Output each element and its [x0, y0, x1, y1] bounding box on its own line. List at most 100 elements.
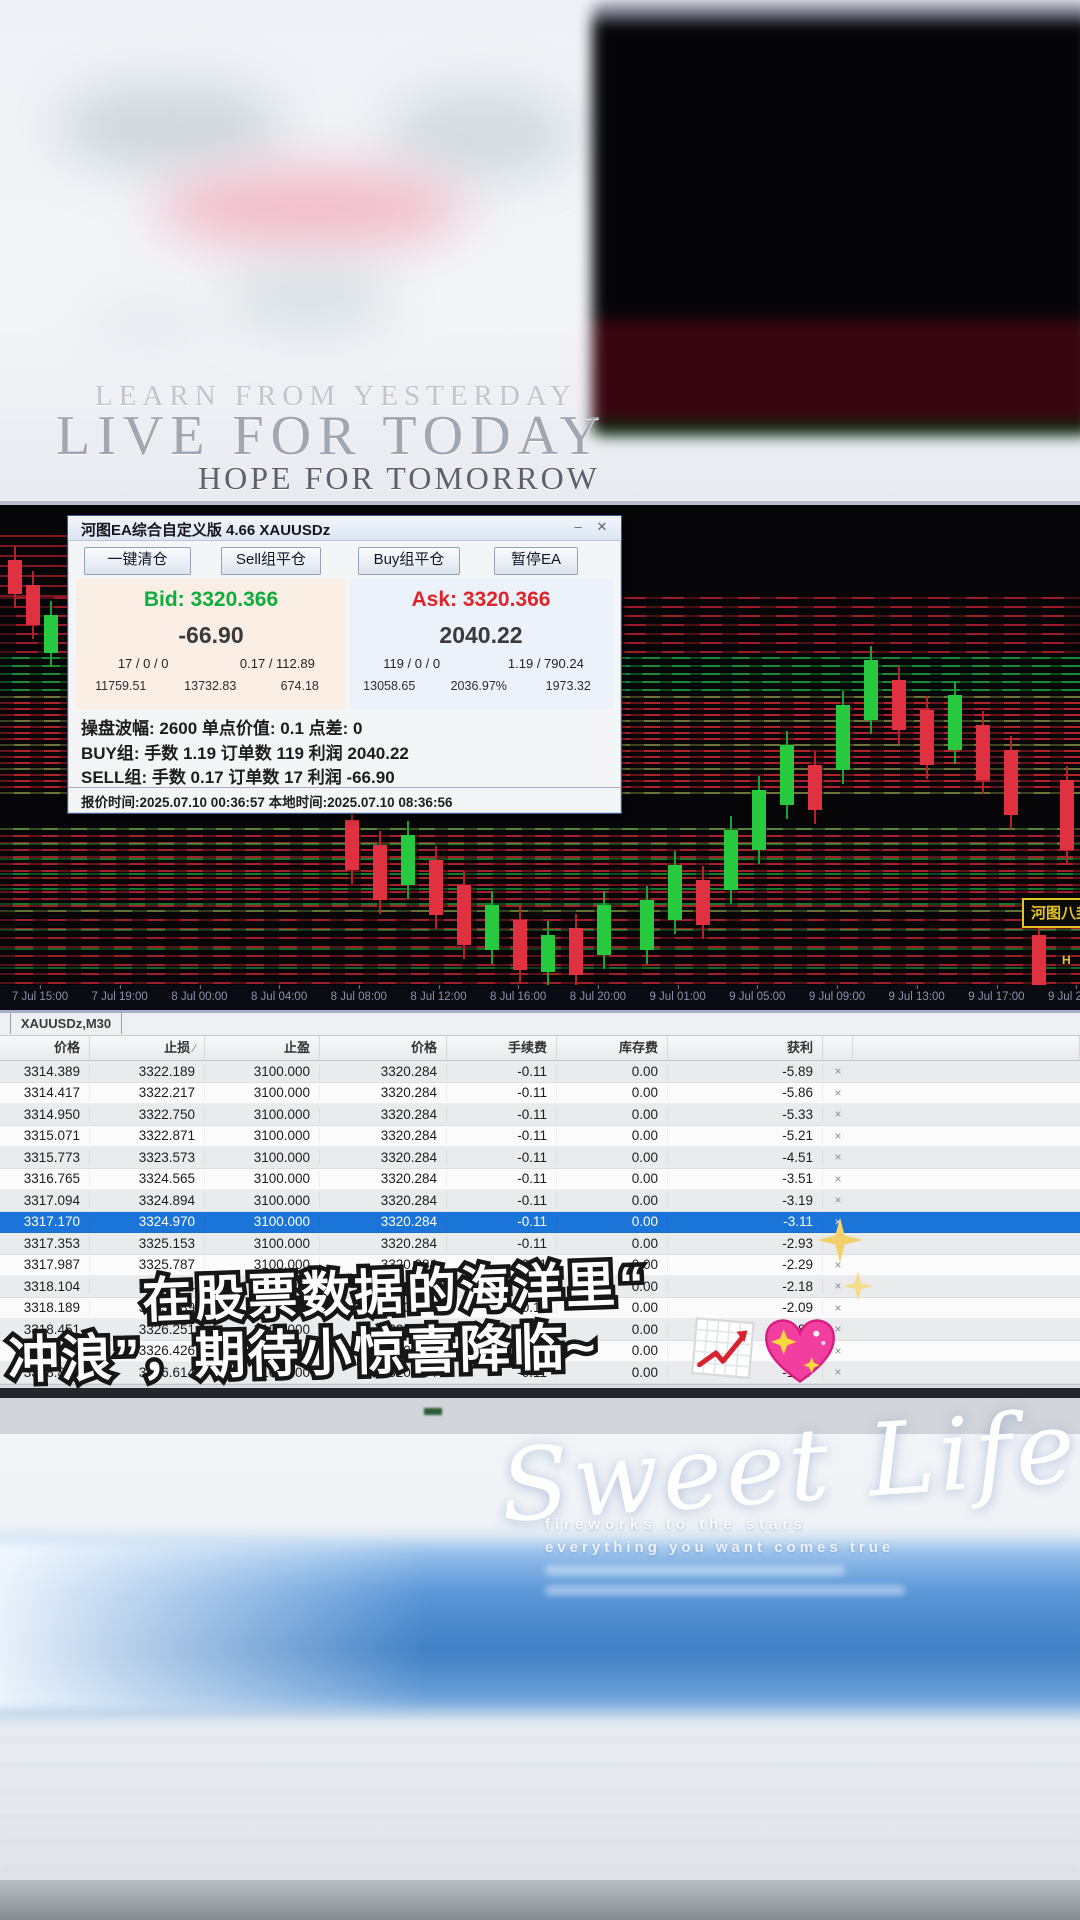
- sparkle-icon: [816, 1216, 864, 1269]
- account-stat: 674.18: [280, 679, 319, 693]
- cell: 3316.765: [0, 1171, 90, 1187]
- column-header[interactable]: 止损 ∕: [90, 1036, 205, 1061]
- cell: 3318.104: [0, 1278, 90, 1294]
- candle: [597, 891, 611, 969]
- candle: [724, 816, 738, 904]
- time-axis-label: 8 Jul 00:00: [171, 985, 228, 1003]
- watermark-subline-2: everything you want comes true: [545, 1539, 895, 1556]
- close-icon[interactable]: ✕: [593, 518, 611, 536]
- blur-blob: [80, 300, 220, 340]
- tab-xauusdz-m30[interactable]: XAUUSDz,M30: [10, 1013, 122, 1034]
- column-header[interactable]: 获利: [668, 1036, 823, 1061]
- close-sell-group-button[interactable]: Sell组平仓: [221, 547, 321, 575]
- cell: -0.11: [447, 1192, 557, 1208]
- candle: [44, 601, 58, 667]
- account-stat: 2036.97%: [450, 679, 507, 693]
- cell: -0.11: [447, 1106, 557, 1122]
- account-stat: 13058.65: [363, 679, 416, 693]
- close-order-icon[interactable]: ×: [823, 1129, 853, 1143]
- column-header[interactable]: 手续费: [447, 1036, 557, 1061]
- background-terminal-window: [592, 4, 1080, 436]
- time-axis-label: 8 Jul 16:00: [490, 985, 547, 1003]
- table-header[interactable]: 价格 止损 ∕ 止盈 价格 手续费 库存费 获利: [0, 1036, 1080, 1061]
- blur-blob: [385, 90, 575, 180]
- close-buy-group-button[interactable]: Buy组平仓: [358, 547, 460, 575]
- table-row[interactable]: 3317.094 3324.894 3100.000 3320.284 -0.11 0.0…: [0, 1190, 1080, 1212]
- cell: 3317.987: [0, 1257, 90, 1273]
- candle: [1060, 766, 1074, 864]
- close-order-icon[interactable]: ×: [823, 1150, 853, 1164]
- column-header[interactable]: 止盈: [205, 1036, 320, 1061]
- ea-panel-titlebar[interactable]: 河图EA综合自定义版 4.66 XAUUSDz – ✕: [68, 516, 621, 541]
- table-row[interactable]: 3314.417 3322.217 3100.000 3320.284 -0.11 0.0…: [0, 1082, 1080, 1104]
- candle: [696, 866, 710, 939]
- watermark-subline-1: fireworks to the stars: [545, 1516, 807, 1533]
- cell: 0.00: [557, 1214, 668, 1230]
- time-axis-label: 9 Jul 05:00: [729, 985, 786, 1003]
- table-row[interactable]: 3315.773 3323.573 3100.000 3320.284 -0.11 0.0…: [0, 1147, 1080, 1169]
- close-all-button[interactable]: 一键清仓: [84, 547, 191, 575]
- column-header[interactable]: 库存费: [557, 1036, 668, 1061]
- cell: 3100.000: [205, 1214, 320, 1230]
- minimize-icon[interactable]: –: [569, 518, 587, 536]
- account-stat: 13732.83: [184, 679, 237, 693]
- window-bottom-border: [0, 1388, 1080, 1398]
- candle: [836, 691, 850, 784]
- cell: 3324.894: [90, 1192, 205, 1208]
- cell: -3.19: [668, 1192, 823, 1208]
- column-header-filler: [823, 1036, 853, 1061]
- table-row[interactable]: 3314.950 3322.750 3100.000 3320.284 -0.11 0.0…: [0, 1104, 1080, 1126]
- pause-ea-button[interactable]: 暂停EA: [494, 547, 578, 575]
- time-axis-label: 7 Jul 19:00: [91, 985, 148, 1003]
- cell: -0.11: [447, 1214, 557, 1230]
- close-order-icon[interactable]: ×: [823, 1064, 853, 1078]
- group-stats-row: 17 / 0 / 0 0.17 / 112.89 119 / 0 / 0 1.1…: [76, 656, 613, 671]
- cell: 3318.189: [0, 1300, 90, 1316]
- cell: 0.00: [557, 1063, 668, 1079]
- column-header[interactable]: 价格: [320, 1036, 447, 1061]
- cell: 3320.284: [320, 1235, 447, 1251]
- bottom-bar-blur: [0, 1880, 1080, 1920]
- cell: -0.11: [447, 1171, 557, 1187]
- watermark-blurred-line: [545, 1585, 905, 1596]
- cell: 3314.389: [0, 1063, 90, 1079]
- time-axis[interactable]: 7 Jul 15:00 7 Jul 19:00 8 Jul 00:00 8 Jul 0…: [0, 985, 1080, 1013]
- buy-profit: 2040.22: [439, 622, 523, 648]
- candle: [864, 646, 878, 734]
- table-row[interactable]: 3316.765 3324.565 3100.000 3320.284 -0.11 0.0…: [0, 1168, 1080, 1190]
- table-row[interactable]: 3315.071 3322.871 3100.000 3320.284 -0.11 0.0…: [0, 1125, 1080, 1147]
- cell: 3100.000: [205, 1128, 320, 1144]
- sparkling-heart-icon: [758, 1308, 842, 1397]
- cell: 3320.284: [320, 1149, 447, 1165]
- close-order-icon[interactable]: ×: [823, 1172, 853, 1186]
- candle: [780, 731, 794, 819]
- candle: [808, 751, 822, 824]
- candle: [976, 711, 990, 794]
- info-line-sell-group: SELL组: 手数 0.17 订单数 17 利润 -66.90: [81, 768, 395, 787]
- close-order-icon[interactable]: ×: [823, 1086, 853, 1100]
- blur-blob: [225, 262, 395, 332]
- table-row[interactable]: 3317.170 3324.970 3100.000 3320.284 -0.11 0.0…: [0, 1211, 1080, 1233]
- column-header[interactable]: 价格: [0, 1036, 90, 1061]
- cell: 3100.000: [205, 1192, 320, 1208]
- cell: -0.11: [447, 1128, 557, 1144]
- sort-indicator-icon: ∕: [193, 1043, 195, 1055]
- sell-lots-stat: 0.17 / 112.89: [239, 656, 315, 671]
- cell: 3324.970: [90, 1214, 205, 1230]
- close-order-icon[interactable]: ×: [823, 1193, 853, 1207]
- cell: -5.33: [668, 1106, 823, 1122]
- cell: 3315.773: [0, 1149, 90, 1165]
- sell-profit: -66.90: [178, 622, 244, 648]
- cell: 0.00: [557, 1192, 668, 1208]
- cell: 0.00: [557, 1149, 668, 1165]
- time-axis-label: 7 Jul 15:00: [11, 985, 69, 1003]
- cell: 3315.071: [0, 1128, 90, 1144]
- candle: [373, 831, 387, 914]
- candle: [892, 666, 906, 744]
- close-order-icon[interactable]: ×: [823, 1107, 853, 1121]
- table-row[interactable]: 3314.389 3322.189 3100.000 3320.284 -0.11 0.0…: [0, 1061, 1080, 1083]
- cell: 3320.284: [320, 1063, 447, 1079]
- buy-lots-stat: 1.19 / 790.24: [507, 656, 584, 671]
- cell: 3100.000: [205, 1149, 320, 1165]
- info-line-volatility: 操盘波幅: 2600 单点价值: 0.1 点差: 0: [81, 719, 363, 738]
